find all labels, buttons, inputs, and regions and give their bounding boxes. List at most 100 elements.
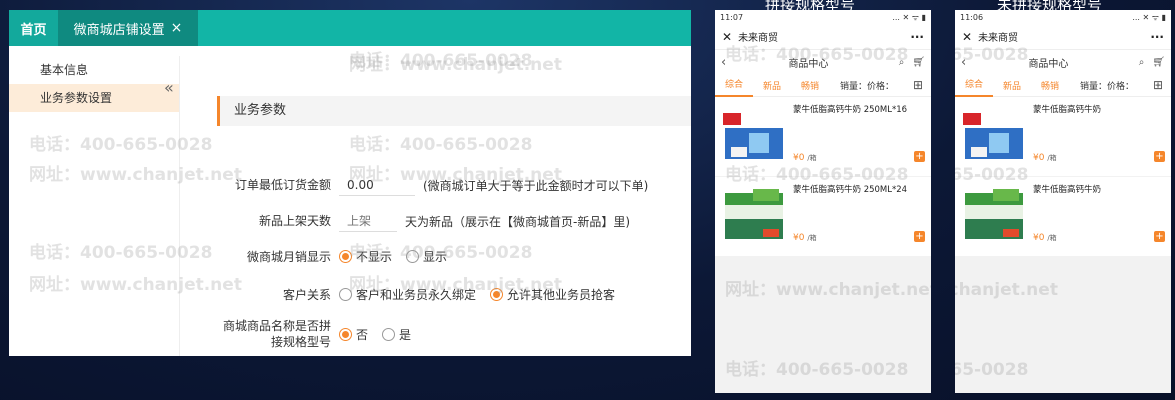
add-to-cart-button[interactable]: +: [1154, 151, 1165, 162]
filter-tab-all[interactable]: 综合: [715, 74, 753, 97]
product-image-milk-box: [725, 189, 783, 239]
radio-unchecked-icon: [382, 327, 396, 341]
radio-permanent-bind[interactable]: 客户和业务员永久绑定: [339, 286, 476, 303]
product-image-milk-box: [963, 113, 1023, 159]
field-min-order: 订单最低订货金额 (微商城订单大于等于此金额时才可以下单): [180, 174, 648, 196]
filter-tab-new[interactable]: 新品: [993, 79, 1031, 92]
watermark-url: 网址：www.chanjet.net: [725, 280, 931, 300]
radio-hide-sales[interactable]: 不显示: [339, 248, 392, 265]
sidebar-item-basic-info[interactable]: 基本信息: [9, 56, 179, 84]
field-label: 订单最低订货金额: [234, 178, 331, 192]
product-name: 蒙牛低脂高钙牛奶 250ML*24: [793, 185, 908, 195]
filter-tab-sort[interactable]: 销量：价格：: [1069, 79, 1145, 92]
radio-label: 是: [399, 327, 412, 342]
sidebar: 基本信息 业务参数设置: [9, 56, 180, 356]
filter-bar: 综合 新品 畅销 销量：价格： ⊞: [715, 74, 931, 97]
list-item[interactable]: 蒙牛低脂高钙牛奶 250ML*24 ¥0 /箱 +: [715, 177, 931, 257]
product-name: 蒙牛低脂高钙牛奶: [1033, 105, 1102, 115]
status-bar: 11:06 ... ✕ ᯤ ▮: [955, 10, 1171, 24]
search-icon[interactable]: ⌕: [1139, 57, 1145, 68]
cart-icon[interactable]: 🛒︎: [1152, 57, 1165, 68]
filter-tab-sort[interactable]: 销量：价格：: [829, 79, 905, 92]
new-days-input[interactable]: [339, 210, 397, 232]
field-label: 客户关系: [282, 287, 331, 302]
radio-unchecked-icon: [339, 288, 352, 301]
cart-icon[interactable]: 🛒︎: [912, 57, 925, 68]
radio-show-sales[interactable]: 显示: [406, 248, 447, 265]
field-label: 微商城月销显示: [246, 249, 331, 264]
phone-preview-no-concat: 11:06 ... ✕ ᯤ ▮ ✕ 未来商贸 ··· ‹ 商品中心 ⌕ 🛒︎ 综合…: [955, 10, 1171, 393]
status-icons: ... ✕ ᯤ ▮: [892, 12, 926, 22]
radio-checked-icon: [339, 250, 352, 263]
filter-tab-hot[interactable]: 畅销: [1031, 79, 1069, 92]
watermark-phone: 电话：400-665-0028: [725, 360, 909, 380]
mini-app-bar: ✕ 未来商贸 ···: [715, 24, 931, 50]
close-icon[interactable]: ✕: [962, 30, 972, 44]
filter-tab-all[interactable]: 综合: [955, 74, 993, 97]
add-to-cart-button[interactable]: +: [914, 151, 925, 162]
add-to-cart-button[interactable]: +: [1154, 231, 1165, 242]
more-icon[interactable]: ···: [910, 30, 924, 44]
page-title: 商品中心: [1028, 58, 1069, 70]
field-new-days: 新品上架天数 天为新品（展示在【微商城首页-新品】里): [180, 210, 630, 232]
status-time: 11:06: [960, 12, 984, 22]
add-to-cart-button[interactable]: +: [914, 231, 925, 242]
radio-label: 客户和业务员永久绑定: [356, 288, 477, 302]
product-image-milk-box: [965, 189, 1023, 239]
admin-window: 首页 微商城店铺设置 × 基本信息 业务参数设置 « 业务参数 订单最低订货金额…: [9, 10, 691, 356]
page-title: 商品中心: [788, 58, 829, 70]
product-price: ¥0 /箱: [1033, 233, 1057, 243]
tab-home[interactable]: 首页: [9, 10, 58, 46]
search-icon[interactable]: ⌕: [899, 57, 905, 68]
radio-concat[interactable]: 是: [382, 326, 411, 343]
field-label: 新品上架天数: [258, 214, 331, 228]
shop-name: 未来商贸: [738, 33, 779, 44]
mini-app-bar: ✕ 未来商贸 ···: [955, 24, 1171, 50]
collapse-sidebar-icon[interactable]: «: [164, 78, 174, 97]
close-icon[interactable]: ×: [171, 20, 183, 36]
radio-allow-grab[interactable]: 允许其他业务员抢客: [490, 286, 615, 303]
field-spec-concat: 商城商品名称是否拼接规格型号 否 是: [180, 318, 425, 350]
tab-shop-settings-label: 微商城店铺设置: [73, 22, 165, 38]
radio-label: 否: [356, 327, 369, 342]
field-hint: (微商城订单大于等于此金额时才可以下单): [423, 178, 649, 193]
field-hint: 天为新品（展示在【微商城首页-新品】里): [405, 214, 631, 229]
radio-no-concat[interactable]: 否: [339, 326, 368, 343]
min-order-input[interactable]: [339, 174, 415, 196]
product-price: ¥0 /箱: [793, 153, 817, 163]
product-name: 蒙牛低脂高钙牛奶: [1033, 185, 1102, 195]
sidebar-item-business-params[interactable]: 业务参数设置: [9, 84, 179, 112]
radio-label: 不显示: [356, 250, 393, 264]
product-price: ¥0 /箱: [793, 233, 817, 243]
list-item[interactable]: 蒙牛低脂高钙牛奶 250ML*16 ¥0 /箱 +: [715, 97, 931, 177]
status-icons: ... ✕ ᯤ ▮: [1132, 12, 1166, 22]
filter-tab-new[interactable]: 新品: [753, 79, 791, 92]
page-header: ‹ 商品中心 ⌕ 🛒︎: [715, 50, 931, 74]
radio-checked-icon: [490, 288, 504, 301]
grid-view-icon[interactable]: ⊞: [1145, 78, 1171, 92]
list-item[interactable]: 蒙牛低脂高钙牛奶 ¥0 /箱 +: [955, 177, 1171, 257]
section-title: 业务参数: [217, 96, 691, 126]
product-price: ¥0 /箱: [1033, 153, 1057, 163]
phone-preview-concat: 11:07 ... ✕ ᯤ ▮ ✕ 未来商贸 ··· ‹ 商品中心 ⌕ 🛒︎ 综合…: [715, 10, 931, 393]
settings-content: 业务参数 订单最低订货金额 (微商城订单大于等于此金额时才可以下单) 新品上架天…: [180, 46, 691, 356]
close-icon[interactable]: ✕: [722, 30, 732, 44]
tab-shop-settings[interactable]: 微商城店铺设置 ×: [58, 10, 198, 46]
field-label: 商城商品名称是否拼接规格型号: [222, 319, 331, 349]
radio-label: 允许其他业务员抢客: [507, 288, 616, 302]
list-item[interactable]: 蒙牛低脂高钙牛奶 ¥0 /箱 +: [955, 97, 1171, 177]
grid-view-icon[interactable]: ⊞: [905, 78, 931, 92]
radio-label: 显示: [423, 250, 448, 264]
product-image-milk-box: [723, 113, 783, 159]
status-time: 11:07: [720, 12, 744, 22]
field-customer-relation: 客户关系 客户和业务员永久绑定 允许其他业务员抢客: [180, 286, 629, 303]
watermark-url: 网址：www.chanjet.net: [955, 280, 1058, 300]
filter-tab-hot[interactable]: 畅销: [791, 79, 829, 92]
radio-unchecked-icon: [406, 250, 420, 263]
status-bar: 11:07 ... ✕ ᯤ ▮: [715, 10, 931, 24]
filter-bar: 综合 新品 畅销 销量：价格： ⊞: [955, 74, 1171, 97]
more-icon[interactable]: ···: [1150, 30, 1164, 44]
page-header: ‹ 商品中心 ⌕ 🛒︎: [955, 50, 1171, 74]
shop-name: 未来商贸: [978, 33, 1019, 44]
watermark-phone: 电话：400-665-0028: [955, 360, 1029, 380]
